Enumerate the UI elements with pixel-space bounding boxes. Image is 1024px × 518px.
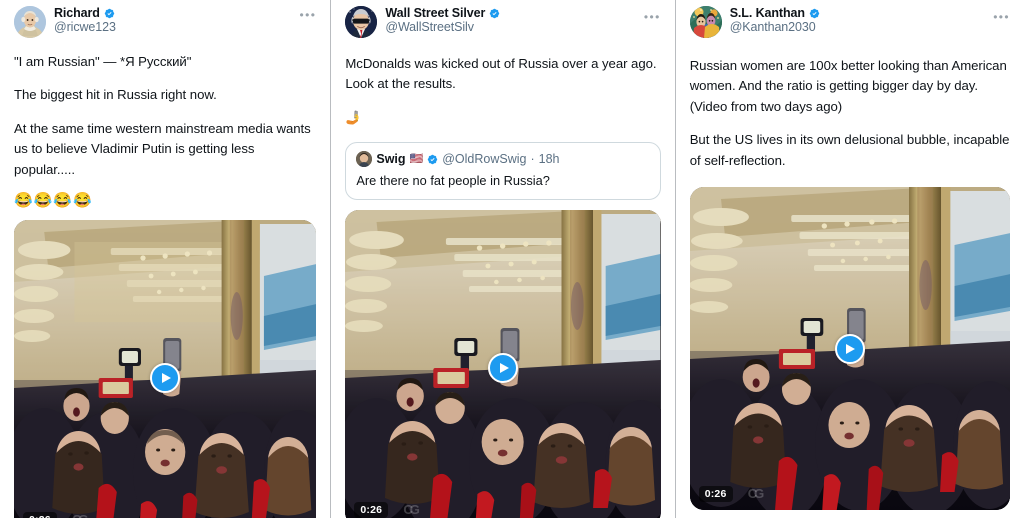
- author-names: Richard @ricwe123: [54, 6, 116, 34]
- quoted-timestamp: 18h: [538, 152, 560, 167]
- play-icon: [161, 373, 171, 384]
- tweet-text: McDonalds was kicked out of Russia over …: [345, 54, 660, 128]
- play-icon: [846, 343, 856, 354]
- quoted-display-name: Swig: [376, 152, 406, 167]
- avatar[interactable]: [345, 6, 378, 38]
- display-name-row: Richard: [54, 6, 116, 20]
- hindu-deity-art-avatar: [689, 6, 722, 38]
- tweet-inline-emoji: 🤳: [345, 109, 362, 125]
- tweet-text: Russian women are 100x better looking th…: [690, 56, 1010, 171]
- quoted-flag-emoji: 🇺🇸: [409, 152, 424, 165]
- tweet-text: "I am Russian" — *Я Русский" The biggest…: [14, 52, 316, 208]
- author-handle[interactable]: @Kanthan2030: [730, 20, 820, 34]
- quoted-tweet-text: Are there no fat people in Russia?: [356, 173, 550, 189]
- tweet-paragraph: The biggest hit in Russia right now.: [14, 87, 217, 103]
- quoted-tweet[interactable]: Swig 🇺🇸 @OldRowSwig · 18h Are there no f…: [345, 142, 661, 200]
- quoted-separator: ·: [530, 152, 535, 167]
- tweet-header: Wall Street Silver @WallStreetSilv •••: [345, 6, 660, 38]
- cartoon-man-sunglasses-avatar: [345, 6, 378, 38]
- tweet-card: Richard @ricwe123 ••• "I am Russian" — *…: [0, 0, 330, 518]
- more-options-icon[interactable]: •••: [644, 11, 661, 23]
- video-watermark: CG: [403, 501, 419, 517]
- tweet-paragraph: Russian women are 100x better looking th…: [689, 58, 1007, 114]
- tweet-paragraph: At the same time western mainstream medi…: [14, 120, 311, 177]
- portrait-painting-avatar: [14, 6, 46, 38]
- author-names: Wall Street Silver @WallStreetSilv: [385, 6, 500, 34]
- avatar[interactable]: [14, 6, 46, 38]
- more-options-icon[interactable]: •••: [300, 9, 317, 21]
- author-handle[interactable]: @WallStreetSilv: [385, 20, 500, 34]
- author-handle[interactable]: @ricwe123: [54, 20, 116, 34]
- video-watermark: CG: [72, 512, 88, 518]
- video-duration: 0:26: [23, 512, 57, 518]
- play-button[interactable]: [150, 363, 181, 394]
- tweet-panel-sl-kanthan: S.L. Kanthan @Kanthan2030 ••• Russian wo…: [675, 0, 1024, 518]
- tweet-paragraph: "I am Russian" — *Я Русский": [14, 54, 192, 69]
- video-duration: 0:26: [698, 486, 733, 503]
- more-options-icon[interactable]: •••: [993, 11, 1010, 23]
- tweet-emoji-row: 😂😂😂😂: [14, 192, 93, 210]
- author-display-name: Richard: [54, 6, 100, 20]
- quoted-avatar[interactable]: [356, 151, 373, 168]
- verified-badge-icon: [104, 8, 115, 18]
- video-watermark: CG: [747, 486, 764, 502]
- verified-badge-icon: [809, 8, 820, 18]
- quoted-handle[interactable]: @OldRowSwig: [442, 152, 526, 166]
- tweet-panel-wall-street-silver: Wall Street Silver @WallStreetSilv ••• M…: [331, 0, 675, 518]
- display-name-row: Wall Street Silver: [385, 6, 500, 20]
- swig-avatar: [356, 151, 373, 168]
- play-icon: [499, 362, 509, 373]
- tweet-paragraph: McDonalds was kicked out of Russia over …: [345, 56, 657, 92]
- verified-badge-icon: [428, 154, 438, 164]
- tweet-panel-richard: Richard @ricwe123 ••• "I am Russian" — *…: [0, 0, 331, 518]
- tweet-header: S.L. Kanthan @Kanthan2030 •••: [689, 6, 1010, 38]
- video-player[interactable]: 0:26 CG: [345, 209, 661, 518]
- avatar[interactable]: [689, 6, 722, 38]
- tweet-header: Richard @ricwe123 •••: [14, 6, 316, 38]
- author-names: S.L. Kanthan @Kanthan2030: [730, 6, 820, 34]
- author-display-name: S.L. Kanthan: [729, 6, 805, 20]
- tweet-paragraph: But the US lives in its own delusional b…: [689, 132, 1010, 168]
- author-display-name: Wall Street Silver: [385, 6, 486, 20]
- tweet-card: S.L. Kanthan @Kanthan2030 ••• Russian wo…: [676, 0, 1024, 511]
- play-button[interactable]: [834, 333, 865, 364]
- play-button[interactable]: [488, 352, 519, 383]
- tweet-triptych-board: Richard @ricwe123 ••• "I am Russian" — *…: [0, 0, 1024, 518]
- verified-badge-icon: [490, 8, 500, 18]
- video-player[interactable]: 0:26 CG: [14, 220, 317, 518]
- quoted-tweet-header: Swig 🇺🇸 @OldRowSwig · 18h: [356, 151, 649, 168]
- tweet-card: Wall Street Silver @WallStreetSilv ••• M…: [331, 0, 674, 518]
- video-duration: 0:26: [354, 501, 389, 518]
- video-player[interactable]: 0:26 CG: [689, 187, 1010, 511]
- display-name-row: S.L. Kanthan: [730, 6, 820, 20]
